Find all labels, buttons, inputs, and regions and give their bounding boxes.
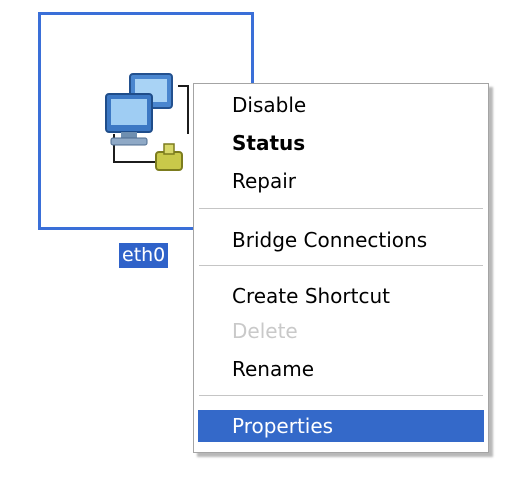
menu-item-status[interactable]: Status [198, 127, 484, 159]
menu-item-properties[interactable]: Properties [198, 410, 484, 442]
menu-item-bridge-connections[interactable]: Bridge Connections [198, 224, 484, 256]
desktop-area: eth0 Disable Status Repair Bridge Connec… [0, 0, 524, 488]
context-menu: Disable Status Repair Bridge Connections… [193, 83, 489, 453]
menu-item-rename[interactable]: Rename [198, 353, 484, 385]
menu-separator [199, 395, 483, 396]
menu-item-delete: Delete [232, 319, 298, 343]
network-connection-icon[interactable] [100, 72, 192, 182]
menu-item-repair[interactable]: Repair [198, 165, 484, 197]
menu-separator [199, 265, 483, 266]
icon-label[interactable]: eth0 [119, 243, 169, 268]
menu-item-disable[interactable]: Disable [198, 89, 484, 121]
menu-separator [199, 208, 483, 209]
menu-item-create-shortcut[interactable]: Create Shortcut [198, 280, 484, 312]
